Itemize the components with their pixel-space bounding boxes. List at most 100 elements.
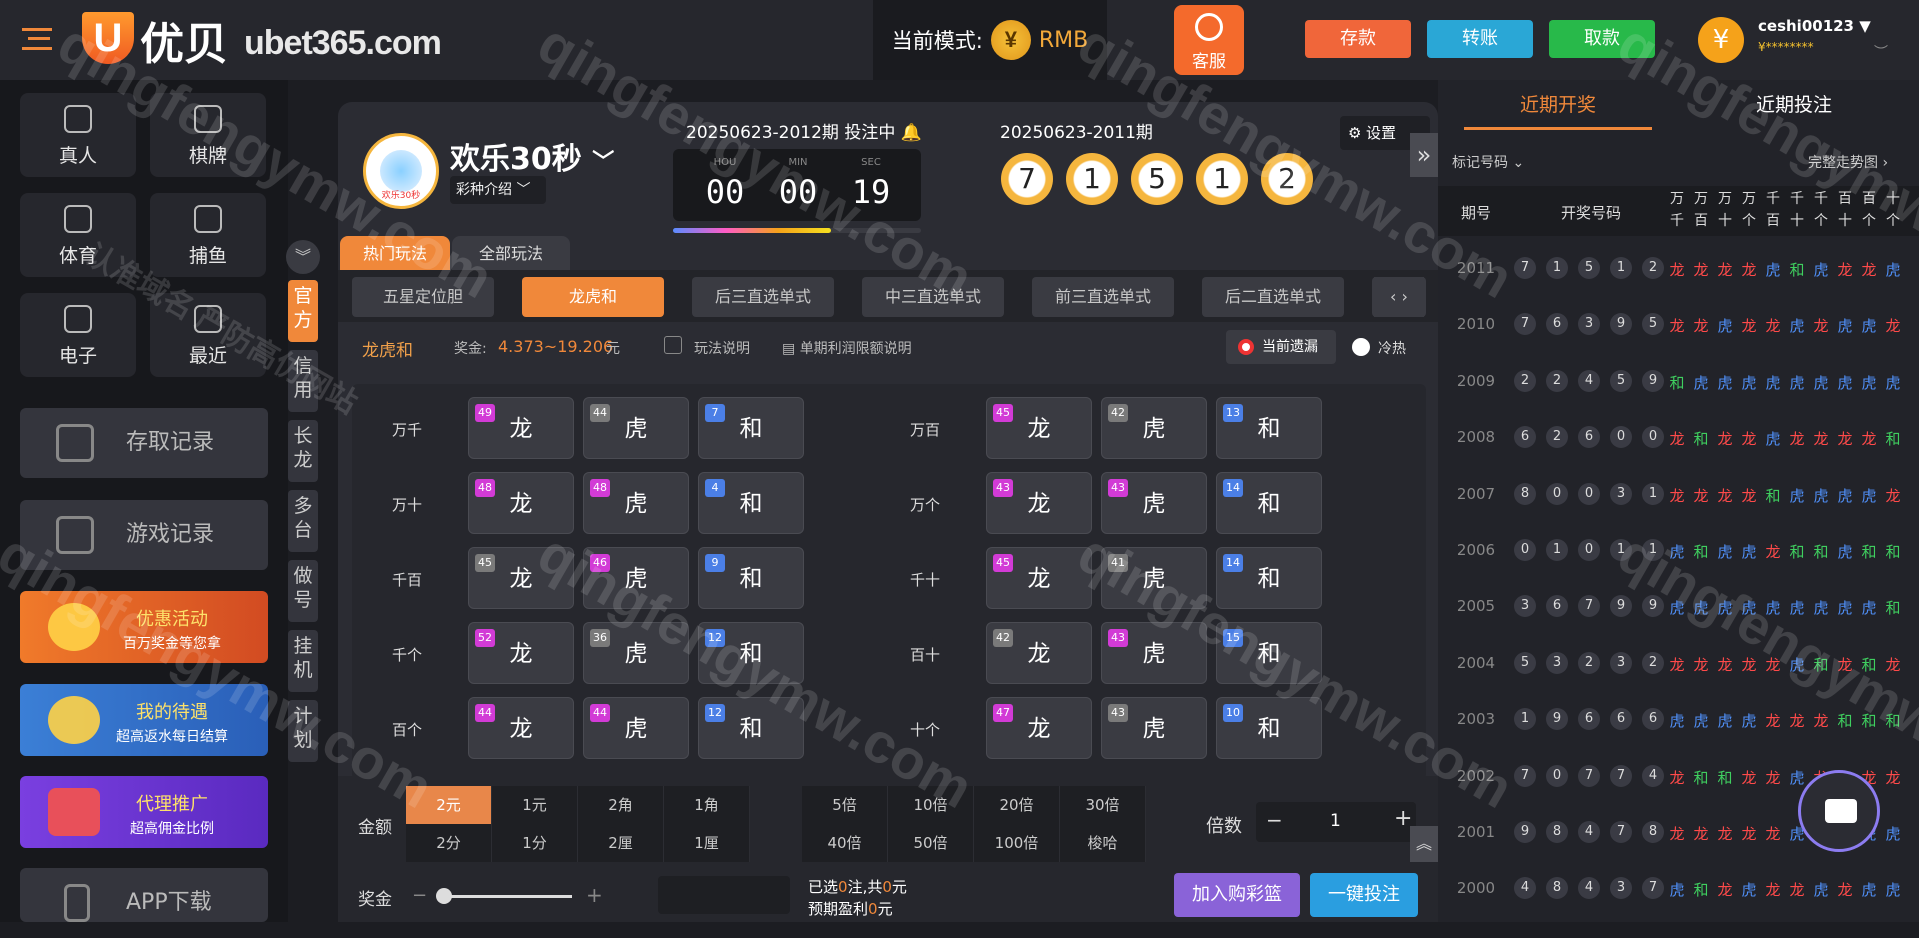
bet-option[interactable]: 42虎 xyxy=(1101,397,1207,459)
rules-checkbox[interactable] xyxy=(664,336,682,354)
bet-option[interactable]: 42龙 xyxy=(986,622,1092,684)
bet-option[interactable]: 7和 xyxy=(698,397,804,459)
bet-option[interactable]: 4和 xyxy=(698,472,804,534)
minus-icon[interactable]: − xyxy=(1266,808,1283,832)
bet-option[interactable]: 48龙 xyxy=(468,472,574,534)
transfer-button[interactable]: 转账 xyxy=(1427,20,1533,58)
add-to-cart-button[interactable]: 加入购彩篮 xyxy=(1174,873,1300,917)
deposit-records-button[interactable]: 存取记录 xyxy=(20,408,268,478)
sidebar-item-0[interactable]: 真人 xyxy=(20,93,136,177)
collapse-icon[interactable]: ︾ xyxy=(286,240,320,274)
sidebar-item-1[interactable]: 棋牌 xyxy=(150,93,266,177)
game-records-button[interactable]: 游戏记录 xyxy=(20,500,268,570)
multiplier-option[interactable]: 100倍 xyxy=(974,824,1060,862)
sidebar-item-3[interactable]: 捕鱼 xyxy=(150,193,266,277)
multiplier-option[interactable]: 10倍 xyxy=(888,786,974,824)
bet-option[interactable]: 49龙 xyxy=(468,397,574,459)
vtab-1[interactable]: 信用 xyxy=(288,350,318,412)
prize-slider-handle[interactable] xyxy=(436,888,452,904)
vtab-4[interactable]: 做号 xyxy=(288,560,318,622)
tab-recent-bets[interactable]: 近期投注 xyxy=(1700,80,1888,130)
bet-option[interactable]: 41虎 xyxy=(1101,547,1207,609)
agent-banner[interactable]: 代理推广超高佣金比例 xyxy=(20,776,268,848)
tab-hot-plays[interactable]: 热门玩法 xyxy=(340,236,450,270)
play-type-2[interactable]: 后三直选单式 xyxy=(692,277,834,317)
prize-slider-track[interactable] xyxy=(440,895,572,898)
bet-option[interactable]: 9和 xyxy=(698,547,804,609)
play-type-3[interactable]: 中三直选单式 xyxy=(862,277,1004,317)
bet-option[interactable]: 48虎 xyxy=(583,472,689,534)
play-type-0[interactable]: 五星定位胆 xyxy=(352,277,494,317)
amount-option[interactable]: 1角 xyxy=(664,786,750,824)
multiplier-option[interactable]: 5倍 xyxy=(802,786,888,824)
username[interactable]: ceshi00123 ▼ xyxy=(1758,17,1871,35)
sidebar-item-4[interactable]: 电子 xyxy=(20,293,136,377)
bet-option[interactable]: 44龙 xyxy=(468,697,574,759)
chevron-up-icon[interactable]: ︽ xyxy=(1410,826,1438,862)
menu-icon[interactable] xyxy=(22,28,52,50)
multiplier-option[interactable]: 梭哈 xyxy=(1060,824,1146,862)
bet-option[interactable]: 10和 xyxy=(1216,697,1322,759)
game-intro-button[interactable]: 彩种介绍 ﹀ xyxy=(450,176,546,204)
bet-option[interactable]: 44虎 xyxy=(583,397,689,459)
play-type-4[interactable]: 前三直选单式 xyxy=(1032,277,1174,317)
bet-option[interactable]: 45龙 xyxy=(468,547,574,609)
multiplier-option[interactable]: 30倍 xyxy=(1060,786,1146,824)
bet-option[interactable]: 46虎 xyxy=(583,547,689,609)
game-title[interactable]: 欢乐30秒 ﹀ xyxy=(450,134,614,178)
multiplier-option[interactable]: 20倍 xyxy=(974,786,1060,824)
sidebar-item-5[interactable]: 最近 xyxy=(150,293,266,377)
amount-option[interactable]: 1分 xyxy=(492,824,578,862)
bet-option[interactable]: 13和 xyxy=(1216,397,1322,459)
amount-option[interactable]: 2角 xyxy=(578,786,664,824)
bet-option[interactable]: 14和 xyxy=(1216,547,1322,609)
slider-plus-icon[interactable]: + xyxy=(586,883,603,907)
scroll-arrows-icon[interactable]: ‹ › xyxy=(1374,277,1424,317)
tab-recent-draws[interactable]: 近期开奖 xyxy=(1464,80,1652,130)
bet-option[interactable]: 12和 xyxy=(698,622,804,684)
amount-option[interactable]: 1厘 xyxy=(664,824,750,862)
limit-link[interactable]: ▤ 单期利润限额说明 xyxy=(782,338,912,358)
promo-banner[interactable]: 优惠活动百万奖金等您拿 xyxy=(20,591,268,663)
mark-numbers-toggle[interactable]: 标记号码 ⌄ xyxy=(1452,152,1524,172)
slider-minus-icon[interactable]: − xyxy=(412,885,427,906)
multiplier-option[interactable]: 50倍 xyxy=(888,824,974,862)
bet-option[interactable]: 43虎 xyxy=(1101,622,1207,684)
bet-option[interactable]: 43龙 xyxy=(986,472,1092,534)
vtab-2[interactable]: 长龙 xyxy=(288,420,318,482)
deposit-button[interactable]: 存款 xyxy=(1305,20,1411,58)
times-value[interactable]: 1 xyxy=(1330,811,1341,831)
sidebar-item-2[interactable]: 体育 xyxy=(20,193,136,277)
full-trend-link[interactable]: 完整走势图 › xyxy=(1808,152,1888,172)
vtab-0[interactable]: 官方 xyxy=(288,280,318,342)
multiplier-option[interactable]: 40倍 xyxy=(802,824,888,862)
bell-icon[interactable]: 🔔 xyxy=(901,123,922,143)
amount-option[interactable]: 2厘 xyxy=(578,824,664,862)
bet-option[interactable]: 43虎 xyxy=(1101,472,1207,534)
customer-service-button[interactable]: 客服 xyxy=(1174,5,1244,75)
vip-banner[interactable]: 我的待遇超高返水每日结算 xyxy=(20,684,268,756)
bet-option[interactable]: 14和 xyxy=(1216,472,1322,534)
bet-option[interactable]: 44虎 xyxy=(583,697,689,759)
rules-link[interactable]: 玩法说明 xyxy=(694,338,750,358)
amount-option[interactable]: 2分 xyxy=(406,824,492,862)
place-bet-button[interactable]: 一键投注 xyxy=(1310,873,1418,917)
bet-option[interactable]: 36虎 xyxy=(583,622,689,684)
play-type-1[interactable]: 龙虎和 xyxy=(522,277,664,317)
bet-option[interactable]: 45龙 xyxy=(986,547,1092,609)
bet-option[interactable]: 47龙 xyxy=(986,697,1092,759)
eye-closed-icon[interactable]: ︶ xyxy=(1874,42,1888,62)
hot-cold-toggle[interactable]: 冷热 xyxy=(1352,338,1406,358)
bet-option[interactable]: 12和 xyxy=(698,697,804,759)
current-omit-toggle[interactable]: 当前遗漏 xyxy=(1226,330,1336,364)
vtab-6[interactable]: 计划 xyxy=(288,700,318,762)
vtab-3[interactable]: 多台 xyxy=(288,490,318,552)
expand-panel-icon[interactable]: » xyxy=(1410,133,1438,177)
withdraw-button[interactable]: 取款 xyxy=(1549,20,1655,58)
bet-option[interactable]: 15和 xyxy=(1216,622,1322,684)
vtab-5[interactable]: 挂机 xyxy=(288,630,318,692)
play-type-5[interactable]: 后二直选单式 xyxy=(1202,277,1344,317)
app-download-button[interactable]: APP下载 xyxy=(20,868,268,922)
bet-option[interactable]: 52龙 xyxy=(468,622,574,684)
tab-all-plays[interactable]: 全部玩法 xyxy=(452,236,570,270)
